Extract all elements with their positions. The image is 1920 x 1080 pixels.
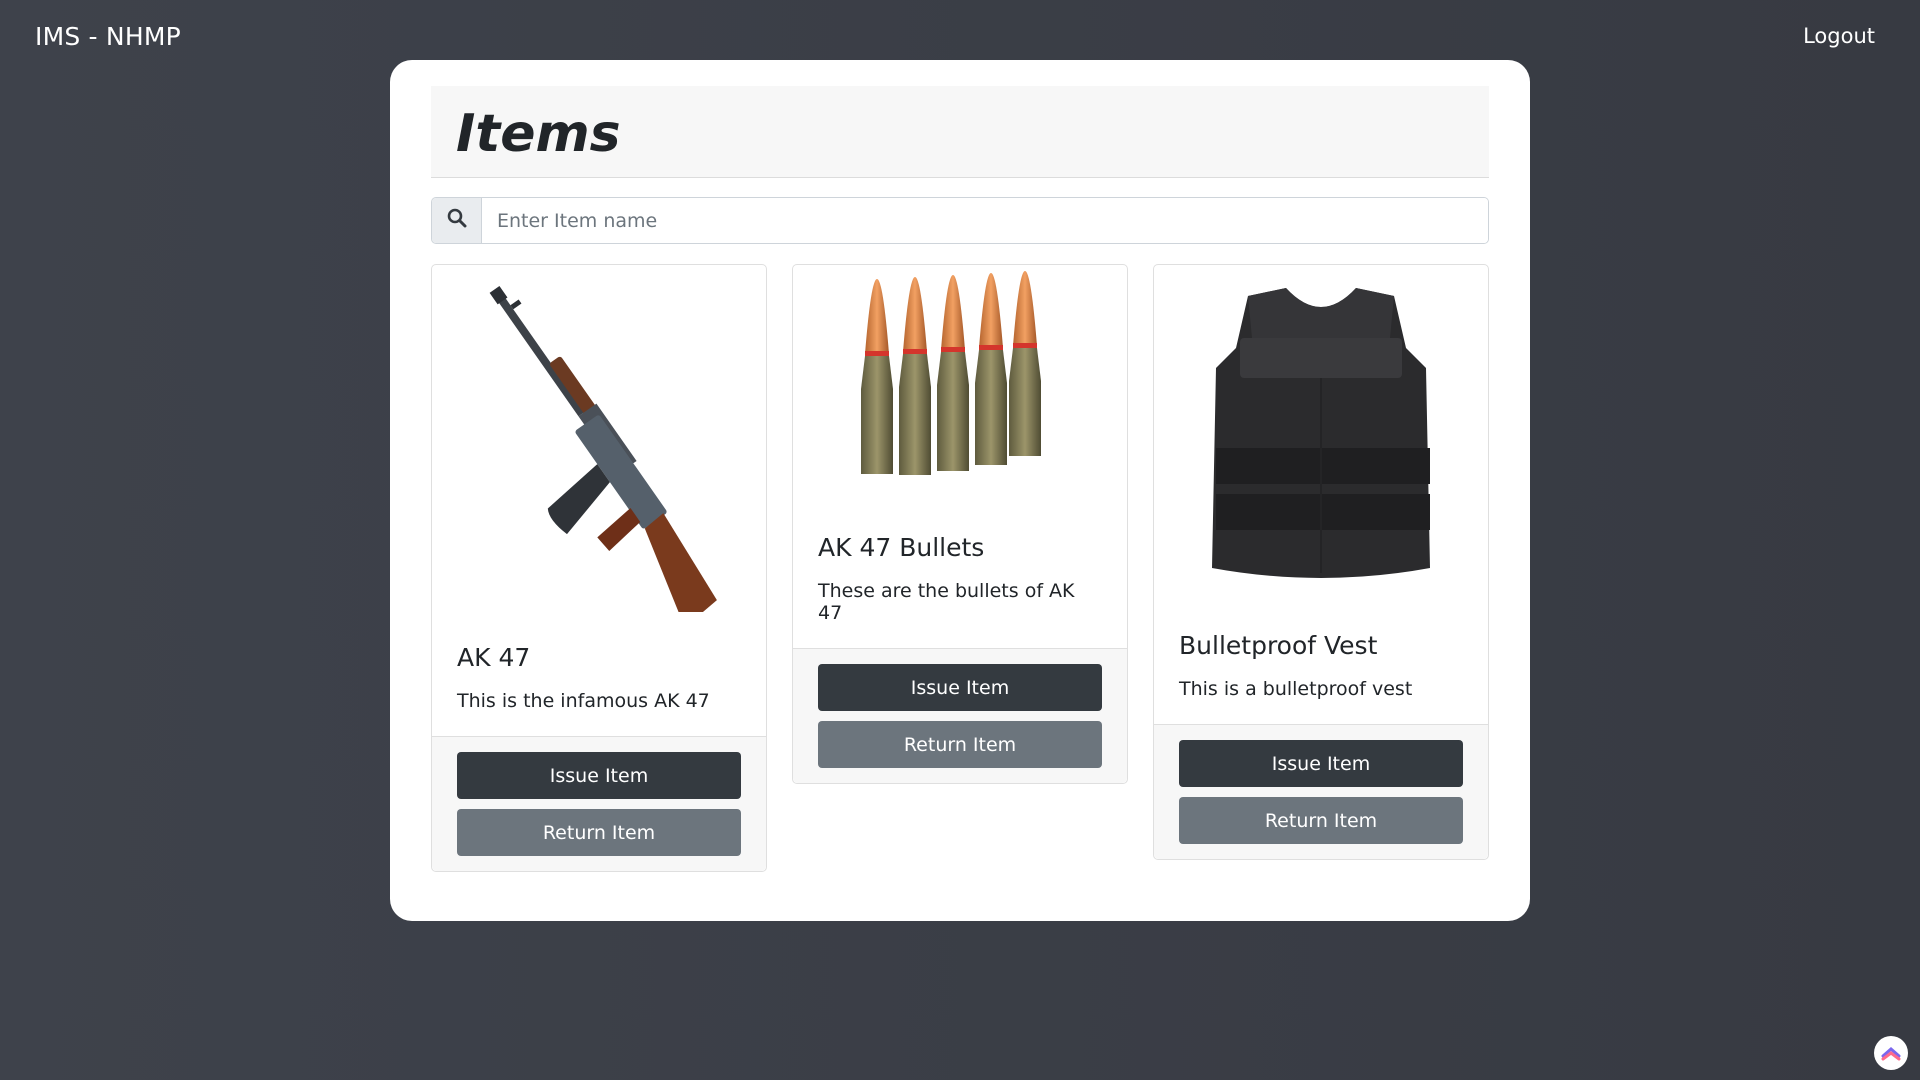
card-footer: Issue Item Return Item	[1154, 724, 1488, 859]
return-item-button[interactable]: Return Item	[818, 721, 1102, 768]
item-description: This is a bulletproof vest	[1179, 678, 1413, 700]
item-title: Bulletproof Vest	[1179, 631, 1378, 660]
item-card-ak47-bullets: AK 47 Bullets These are the bullets of A…	[792, 264, 1128, 784]
search-input[interactable]	[482, 198, 1488, 243]
helper-widget-icon[interactable]	[1874, 1036, 1908, 1070]
item-title: AK 47	[457, 643, 531, 672]
vest-image	[1154, 265, 1488, 607]
logout-link[interactable]: Logout	[1803, 24, 1875, 48]
search-icon	[447, 208, 467, 233]
issue-item-button[interactable]: Issue Item	[457, 752, 741, 799]
page-title: Items	[456, 104, 621, 164]
card-footer: Issue Item Return Item	[793, 648, 1127, 783]
return-item-button[interactable]: Return Item	[1179, 797, 1463, 844]
items-panel: Items Enter Item name AK 47 This is the …	[390, 60, 1530, 921]
return-item-button[interactable]: Return Item	[457, 809, 741, 856]
navbar-brand[interactable]: IMS - NHMP	[35, 22, 181, 51]
card-body: Bulletproof Vest This is a bulletproof v…	[1154, 607, 1488, 724]
item-description: These are the bullets of AK 47	[818, 580, 1075, 624]
bullets-image	[793, 265, 1127, 509]
card-body: AK 47 This is the infamous AK 47	[432, 619, 766, 736]
card-body: AK 47 Bullets These are the bullets of A…	[793, 509, 1127, 648]
page-header: Items	[431, 86, 1489, 178]
search-bar	[431, 197, 1489, 244]
issue-item-button[interactable]: Issue Item	[1179, 740, 1463, 787]
item-card-ak47: AK 47 This is the infamous AK 47 Issue I…	[431, 264, 767, 872]
search-addon	[432, 198, 482, 243]
item-title: AK 47 Bullets	[818, 533, 985, 562]
item-card-bulletproof-vest: Bulletproof Vest This is a bulletproof v…	[1153, 264, 1489, 860]
rifle-image	[432, 265, 766, 619]
card-footer: Issue Item Return Item	[432, 736, 766, 871]
item-description: This is the infamous AK 47	[457, 690, 710, 712]
issue-item-button[interactable]: Issue Item	[818, 664, 1102, 711]
